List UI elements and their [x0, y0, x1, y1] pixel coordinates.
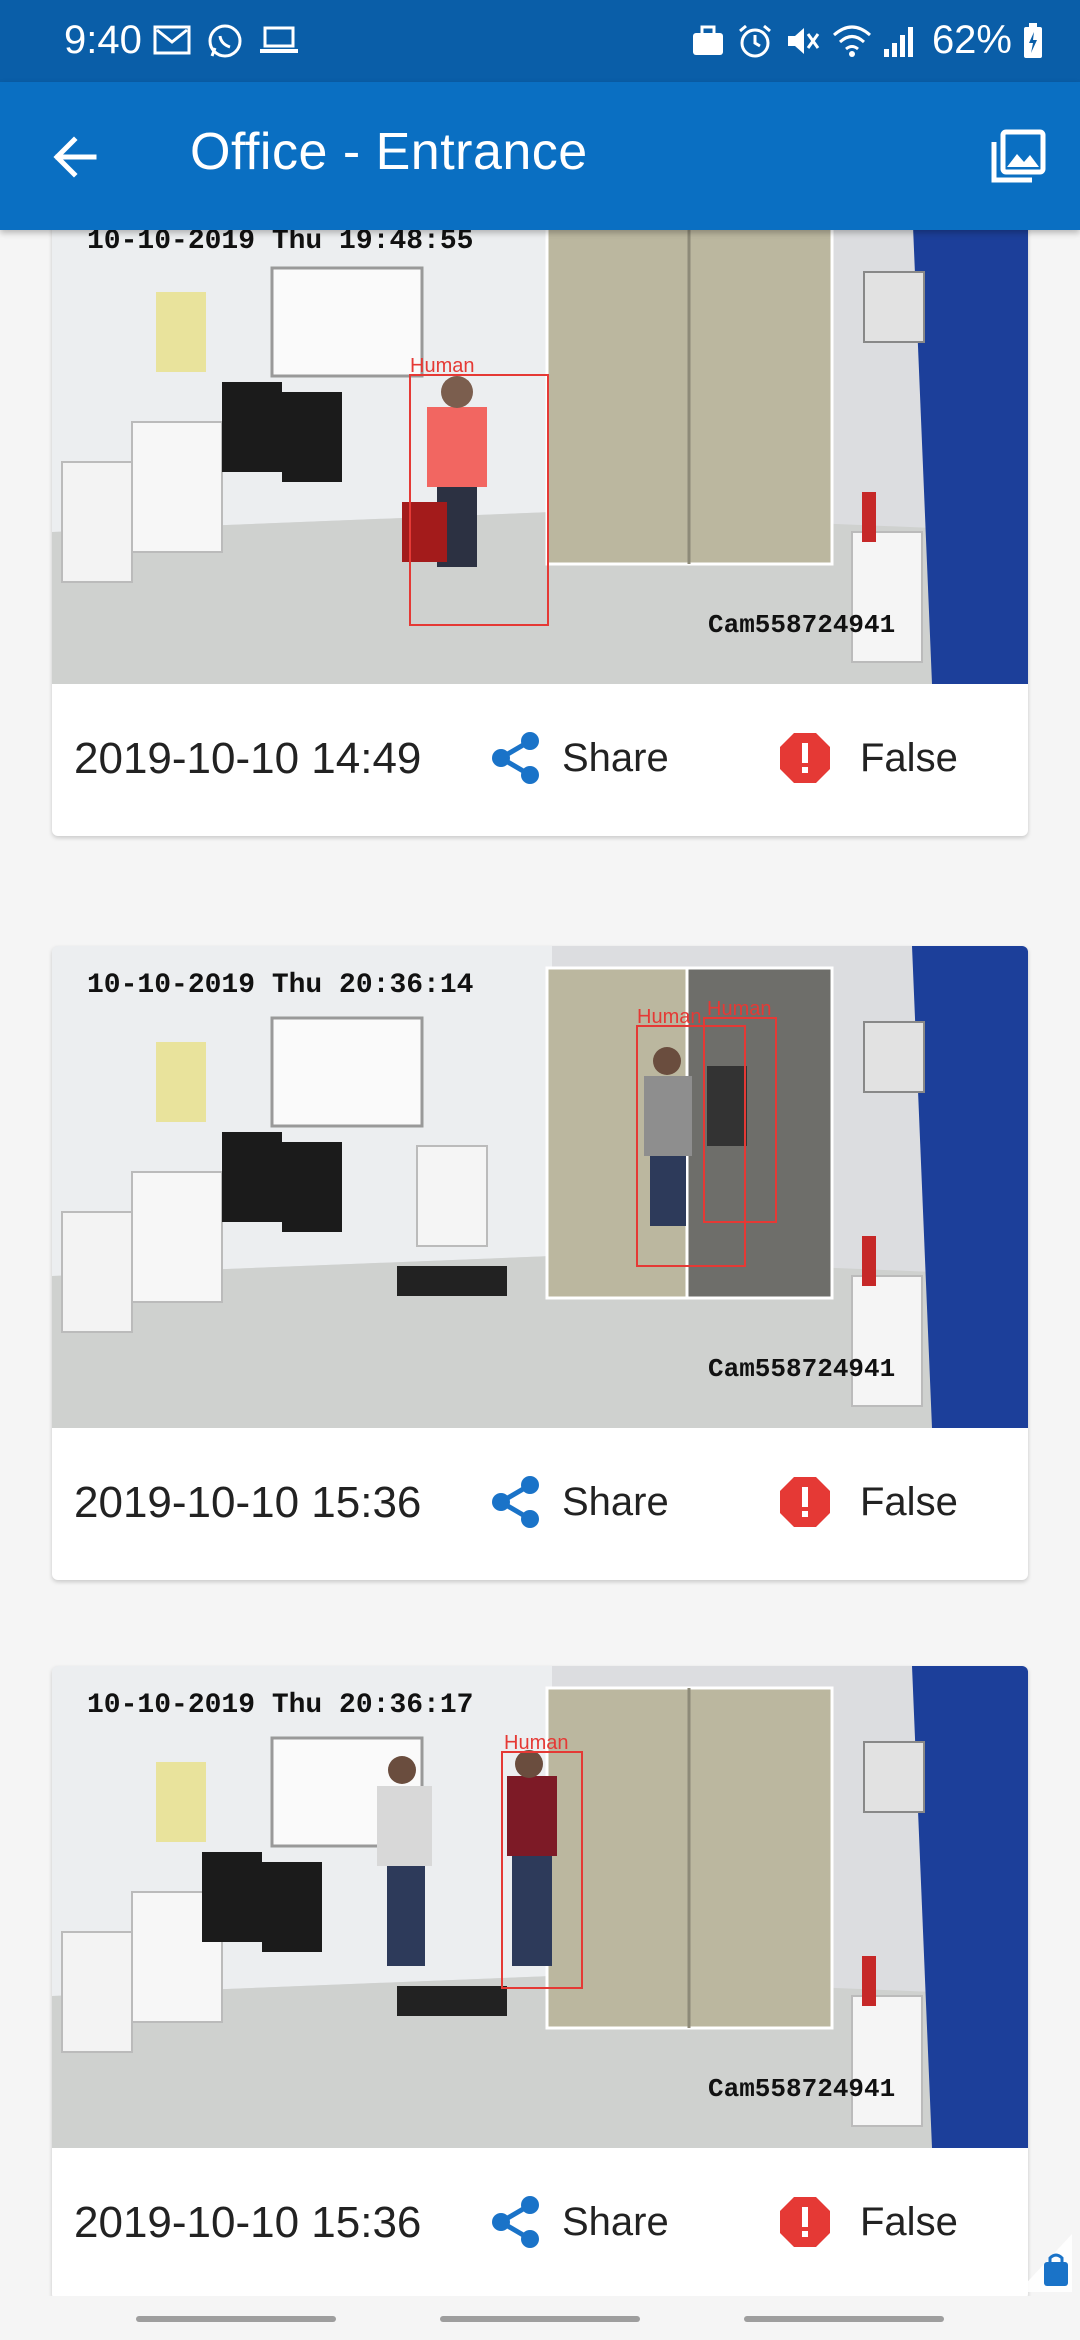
- detection-label: Human: [504, 1732, 568, 1754]
- event-timestamp: 2019-10-10 14:49: [74, 734, 422, 783]
- event-footer: 2019-10-10 14:49 Share False: [52, 684, 1028, 836]
- camera-id: Cam558724941: [708, 610, 895, 640]
- page-title: Office - Entrance: [190, 123, 588, 181]
- share-label: Share: [562, 2199, 669, 2244]
- status-badge[interactable]: False: [778, 2192, 958, 2252]
- mute-icon: [787, 27, 820, 54]
- wifi-icon: [832, 25, 871, 57]
- event-timestamp: 2019-10-10 15:36: [74, 1478, 422, 1527]
- gmail-icon: [153, 25, 191, 55]
- event-card[interactable]: Human Human 10-10-2019 Thu 20:36:14 Cam5…: [52, 946, 1028, 1580]
- share-label: Share: [562, 735, 669, 780]
- whatsapp-icon: [208, 24, 242, 58]
- status-time: 9:40: [64, 18, 142, 62]
- gallery-icon[interactable]: [986, 124, 1050, 188]
- share-icon: [492, 2196, 539, 2248]
- status-label: False: [860, 1479, 958, 1524]
- nav-home-pill[interactable]: [440, 2316, 640, 2322]
- share-button[interactable]: Share: [488, 728, 669, 788]
- share-button[interactable]: Share: [488, 2192, 669, 2252]
- nav-recents-pill[interactable]: [744, 2316, 944, 2322]
- shopping-bag-icon[interactable]: [1018, 2234, 1072, 2292]
- detection-label: Human: [707, 998, 771, 1020]
- app-bar: Office - Entrance: [0, 82, 1080, 230]
- event-footer: 2019-10-10 15:36 Share False: [52, 1428, 1028, 1580]
- camera-timestamp: 10-10-2019 Thu 20:36:14: [87, 970, 473, 1001]
- share-label: Share: [562, 1479, 669, 1524]
- share-icon: [492, 732, 539, 784]
- camera-snapshot[interactable]: Human 10-10-2019 Thu 20:36:17 Cam5587249…: [52, 1666, 1028, 2148]
- signal-icon: [883, 26, 913, 57]
- alert-icon: [780, 1477, 830, 1527]
- status-label: False: [860, 2199, 958, 2244]
- camera-snapshot[interactable]: Human 10-10-2019 Thu 19:48:55 Cam5587249…: [52, 202, 1028, 684]
- share-button[interactable]: Share: [488, 1472, 669, 1532]
- status-bar: 9:40 62%: [0, 0, 1080, 82]
- alert-icon: [780, 733, 830, 783]
- status-badge[interactable]: False: [778, 1472, 958, 1532]
- alert-icon: [780, 2197, 830, 2247]
- laptop-icon: [260, 26, 298, 53]
- share-icon: [492, 1476, 539, 1528]
- detection-label: Human: [410, 355, 474, 377]
- camera-id: Cam558724941: [708, 1354, 895, 1384]
- event-footer: 2019-10-10 15:36 Share False: [52, 2148, 1028, 2300]
- camera-id: Cam558724941: [708, 2074, 895, 2104]
- detection-label: Human: [637, 1006, 701, 1028]
- arrow-back-icon[interactable]: [44, 126, 106, 188]
- camera-snapshot[interactable]: Human Human 10-10-2019 Thu 20:36:14 Cam5…: [52, 946, 1028, 1428]
- status-badge[interactable]: False: [778, 728, 958, 788]
- battery-icon: [1024, 22, 1042, 58]
- navigation-bar: [0, 2296, 1080, 2340]
- event-timestamp: 2019-10-10 15:36: [74, 2198, 422, 2247]
- camera-timestamp: 10-10-2019 Thu 20:36:17: [87, 1690, 473, 1721]
- event-card[interactable]: Human 10-10-2019 Thu 19:48:55 Cam5587249…: [52, 202, 1028, 836]
- nav-back-pill[interactable]: [136, 2316, 336, 2322]
- status-label: False: [860, 735, 958, 780]
- camera-timestamp: 10-10-2019 Thu 19:48:55: [87, 226, 473, 257]
- briefcase-icon: [692, 25, 723, 55]
- alarm-icon: [738, 24, 771, 57]
- event-card[interactable]: Human 10-10-2019 Thu 20:36:17 Cam5587249…: [52, 1666, 1028, 2300]
- battery-percent: 62%: [931, 18, 1012, 62]
